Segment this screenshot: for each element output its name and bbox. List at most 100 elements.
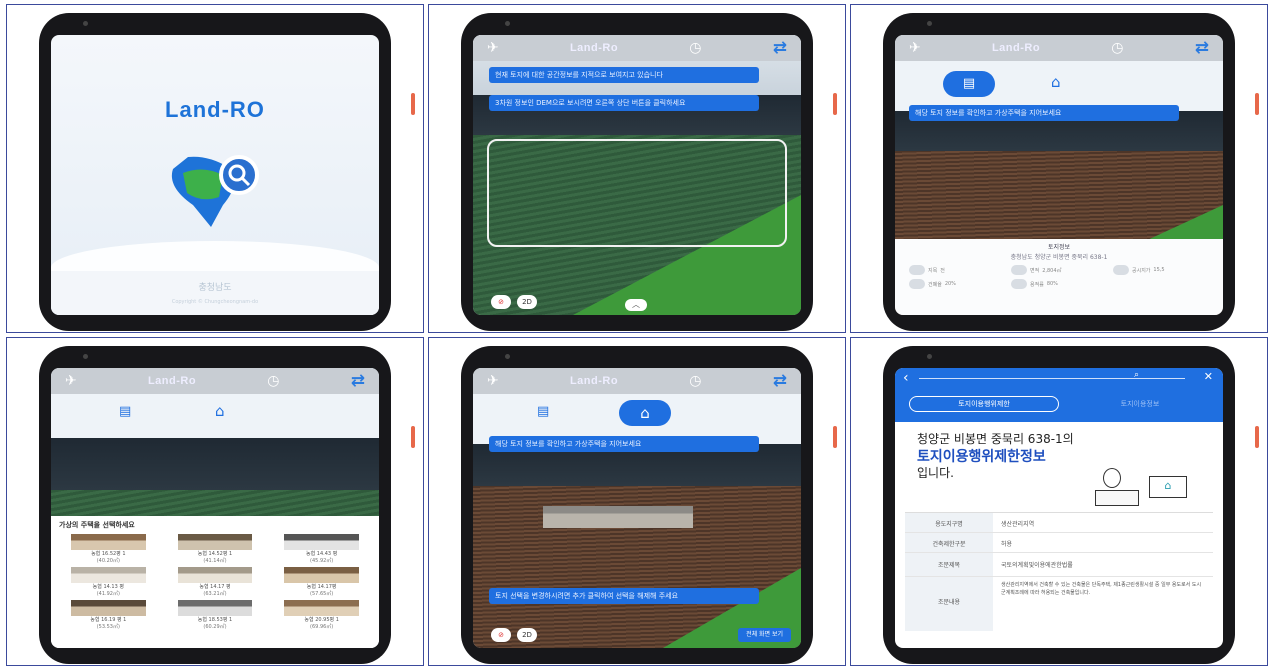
- clock-icon[interactable]: ◷: [689, 41, 701, 55]
- house-thumbnail: [177, 567, 253, 583]
- tab-regulation[interactable]: 토지이용행위제한: [909, 396, 1059, 412]
- item-icon: [909, 265, 925, 275]
- table-row: 조문제목 국토의계획및이용에관한법률: [905, 553, 1213, 577]
- compass-button[interactable]: ⊘: [491, 295, 511, 309]
- search-bar[interactable]: [919, 378, 1185, 379]
- house-option[interactable]: 농협 14.13 평 (41.92㎡): [59, 567, 158, 597]
- house-option[interactable]: 농협 16.52평 1 (40.20㎡): [59, 534, 158, 564]
- cell-house-placed: ✈ Land-Ro ◷ ⇄ ▤ ⌂ 해당 토지 정보를 확인하고 가상주택을 지…: [428, 337, 846, 666]
- house-thumbnail: [71, 567, 146, 583]
- compass-button[interactable]: ⊘: [491, 628, 511, 642]
- laptop-icon: ⌂: [1149, 476, 1187, 498]
- doc-mode-button[interactable]: ▤: [943, 71, 995, 97]
- house-grid: 농협 16.52평 1 (40.20㎡) 농협 14.52평 1 (41.14㎡) …: [59, 534, 371, 630]
- house-option[interactable]: 농협 14.17 평 (63.21㎡): [166, 567, 265, 597]
- detail-view-button[interactable]: 전체 화면 보기: [738, 628, 791, 642]
- result-line-1: 청양군 비봉면 중묵리 638-1의: [917, 432, 1074, 446]
- info-item: 용적률 80%: [1011, 279, 1103, 289]
- app-title: Land-Ro: [569, 375, 619, 387]
- house-thumbnail: [177, 600, 253, 616]
- cell-regulation-info: ‹ ⌕ ✕ 토지이용행위제한 토지이용정보 청양군 비봉면 중묵리 638-1의…: [850, 337, 1268, 666]
- top-bar: ✈ Land-Ro ◷ ⇄: [51, 368, 379, 394]
- side-button: [1255, 426, 1259, 448]
- info-bubble-top: 해당 토지 정보를 확인하고 가상주택을 지어보세요: [489, 436, 759, 452]
- house-thumbnail: [284, 534, 359, 550]
- house-select-screen: ✈ Land-Ro ◷ ⇄ ▤ ⌂ 가상의 주택을 선택하세요 농협 16.52…: [51, 368, 379, 648]
- info-item: 공시지가 15,5: [1113, 265, 1205, 275]
- phone-frame: ✈ Land-Ro ◷ ⇄ ▤ ⌂ 가상의 주택을 선택하세요 농협 16.52…: [39, 346, 415, 664]
- house-option[interactable]: 농협 16.19 평 1 (53.53㎡): [59, 600, 158, 630]
- doc-mode-icon[interactable]: ▤: [119, 404, 131, 419]
- doc-mode-icon[interactable]: ▤: [537, 404, 549, 419]
- toggle-2d-button[interactable]: 2D: [517, 295, 537, 309]
- info-bubble-1: 현재 토지에 대한 공간정보를 지적으로 보여지고 있습니다: [489, 67, 759, 83]
- cell-house-select: ✈ Land-Ro ◷ ⇄ ▤ ⌂ 가상의 주택을 선택하세요 농협 16.52…: [6, 337, 424, 666]
- airplane-icon[interactable]: ✈: [487, 374, 499, 388]
- swap-icon[interactable]: ⇄: [351, 372, 365, 390]
- item-icon: [909, 279, 925, 289]
- phone-frame: Land-RO 충청남도 Copyright © Chungcheongnam-…: [39, 13, 415, 331]
- cell-splash: Land-RO 충청남도 Copyright © Chungcheongnam-…: [6, 4, 424, 333]
- house-thumbnail: [71, 600, 146, 616]
- house-mode-icon[interactable]: ⌂: [1051, 73, 1061, 91]
- phone-frame: ‹ ⌕ ✕ 토지이용행위제한 토지이용정보 청양군 비봉면 중묵리 638-1의…: [883, 346, 1259, 664]
- side-button: [411, 426, 415, 448]
- regulation-table: 용도지구명 생산관리지역 건축제한구분 허용 조문제목 국토의계획및이용에관한법률 조…: [905, 512, 1213, 646]
- house-thumbnail: [71, 534, 146, 550]
- clock-icon[interactable]: ◷: [689, 374, 701, 388]
- virtual-house[interactable]: [543, 506, 693, 528]
- info-bubble: 해당 토지 정보를 확인하고 가상주택을 지어보세요: [909, 105, 1179, 121]
- close-icon[interactable]: ✕: [1204, 370, 1213, 383]
- back-icon[interactable]: ‹: [903, 370, 909, 386]
- land-info-panel: 토지정보 충청남도 청양군 비봉면 중묵리 638-1 지목 전 면적 2,804㎡…: [895, 239, 1223, 315]
- house-option[interactable]: 농협 14.43 평 (45.92㎡): [272, 534, 371, 564]
- swap-icon[interactable]: ⇄: [1195, 39, 1209, 57]
- ar-screen: ✈ Land-Ro ◷ ⇄ 현재 토지에 대한 공간정보를 지적으로 보여지고 …: [473, 35, 801, 315]
- footer-brand: 충청남도: [198, 283, 232, 293]
- house-option[interactable]: 농협 14.17평 (57.65㎡): [272, 567, 371, 597]
- house-option[interactable]: 농협 14.52평 1 (41.14㎡): [166, 534, 265, 564]
- clock-icon[interactable]: ◷: [1111, 41, 1123, 55]
- swap-icon[interactable]: ⇄: [773, 372, 787, 390]
- house-mode-button[interactable]: ⌂: [619, 400, 671, 426]
- info-item: 면적 2,804㎡: [1011, 265, 1103, 275]
- expand-panel-button[interactable]: ︿: [625, 299, 647, 311]
- info-bubble-2: 3차원 정보인 DEM으로 보시려면 오른쪽 상단 버튼을 클릭하세요: [489, 95, 759, 111]
- clock-icon[interactable]: ◷: [267, 374, 279, 388]
- app-title: Land-Ro: [991, 42, 1041, 54]
- toggle-2d-button[interactable]: 2D: [517, 628, 537, 642]
- choose-house-label: 가상의 주택을 선택하세요: [59, 521, 135, 529]
- mountain: [51, 438, 379, 490]
- desk: [1095, 490, 1139, 506]
- swap-icon[interactable]: ⇄: [773, 39, 787, 57]
- airplane-icon[interactable]: ✈: [909, 41, 921, 55]
- house-picker: 가상의 주택을 선택하세요 농협 16.52평 1 (40.20㎡) 농협 14.…: [51, 516, 379, 648]
- tab-landuse[interactable]: 토지이용정보: [1085, 396, 1195, 412]
- cell-ar-view: ✈ Land-Ro ◷ ⇄ 현재 토지에 대한 공간정보를 지적으로 보여지고 …: [428, 4, 846, 333]
- screenshot-grid: Land-RO 충청남도 Copyright © Chungcheongnam-…: [0, 0, 1274, 669]
- result-line-3: 입니다.: [917, 466, 954, 480]
- panel-title: 토지정보: [1047, 244, 1071, 251]
- house-option[interactable]: 농협 20.95평 1 (69.96㎡): [272, 600, 371, 630]
- info-item: 지목 전: [909, 265, 1001, 275]
- regulation-screen: ‹ ⌕ ✕ 토지이용행위제한 토지이용정보 청양군 비봉면 중묵리 638-1의…: [895, 368, 1223, 648]
- house-mode-icon[interactable]: ⌂: [215, 402, 225, 420]
- app-logo-title: Land-RO: [165, 97, 265, 122]
- table-row: 용도지구명 생산관리지역: [905, 513, 1213, 533]
- land-info-screen: ✈ Land-Ro ◷ ⇄ ▤ ⌂ 해당 토지 정보를 확인하고 가상주택을 지…: [895, 35, 1223, 315]
- footer-copyright: Copyright © Chungcheongnam-do: [171, 299, 259, 305]
- airplane-icon[interactable]: ✈: [487, 41, 499, 55]
- item-icon: [1011, 265, 1027, 275]
- search-icon[interactable]: ⌕: [1134, 370, 1139, 380]
- person-illustration: ⌂: [1095, 468, 1195, 508]
- splash-screen: Land-RO 충청남도 Copyright © Chungcheongnam-…: [51, 35, 379, 315]
- table-row: 조문내용 생산관리지역에서 건축할 수 있는 건축물은 단독주택, 제1종근린생활…: [905, 577, 1213, 631]
- panel-items: 지목 전 면적 2,804㎡ 공시지가 15,5 건폐율 20% 용적률 80%: [895, 261, 1223, 293]
- house-option[interactable]: 농협 18.53평 1 (60.29㎡): [166, 600, 265, 630]
- info-item: 건폐율 20%: [909, 279, 1001, 289]
- top-bar: ✈ Land-Ro ◷ ⇄: [473, 368, 801, 394]
- house-thumbnail: [177, 534, 253, 550]
- airplane-icon[interactable]: ✈: [65, 374, 77, 388]
- phone-frame: ✈ Land-Ro ◷ ⇄ ▤ ⌂ 해당 토지 정보를 확인하고 가상주택을 지…: [883, 13, 1259, 331]
- header: ‹ ⌕ ✕ 토지이용행위제한 토지이용정보: [895, 368, 1223, 422]
